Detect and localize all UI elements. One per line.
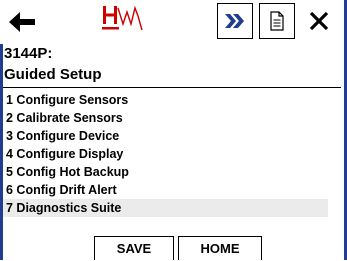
document-icon — [270, 11, 284, 31]
back-arrow-icon — [9, 12, 35, 32]
document-button[interactable] — [259, 3, 295, 39]
menu-item-configure-display[interactable]: 4 Configure Display — [3, 145, 328, 163]
double-chevron-right-icon — [225, 14, 244, 28]
menu-item-config-hot-backup[interactable]: 5 Config Hot Backup — [3, 163, 328, 181]
toolbar — [0, 0, 341, 44]
bottom-bar: SAVE HOME — [0, 236, 341, 260]
menu-item-diagnostics-suite[interactable]: 7 Diagnostics Suite — [3, 199, 328, 217]
header-divider — [3, 87, 341, 88]
device-tag: 3144P: — [4, 45, 53, 62]
forward-button[interactable] — [217, 3, 253, 39]
page-title: Guided Setup — [4, 66, 102, 83]
menu-list: 1 Configure Sensors 2 Calibrate Sensors … — [3, 91, 328, 217]
menu-item-configure-device[interactable]: 3 Configure Device — [3, 127, 328, 145]
back-button[interactable] — [4, 4, 40, 40]
menu-item-config-drift-alert[interactable]: 6 Config Drift Alert — [3, 181, 328, 199]
close-button[interactable] — [301, 3, 337, 39]
menu-item-calibrate-sensors[interactable]: 2 Calibrate Sensors — [3, 109, 328, 127]
home-button[interactable]: HOME — [178, 236, 262, 260]
hw-logo-icon — [100, 2, 146, 36]
menu-item-configure-sensors[interactable]: 1 Configure Sensors — [3, 91, 328, 109]
close-icon — [309, 11, 329, 31]
save-button[interactable]: SAVE — [94, 236, 174, 260]
